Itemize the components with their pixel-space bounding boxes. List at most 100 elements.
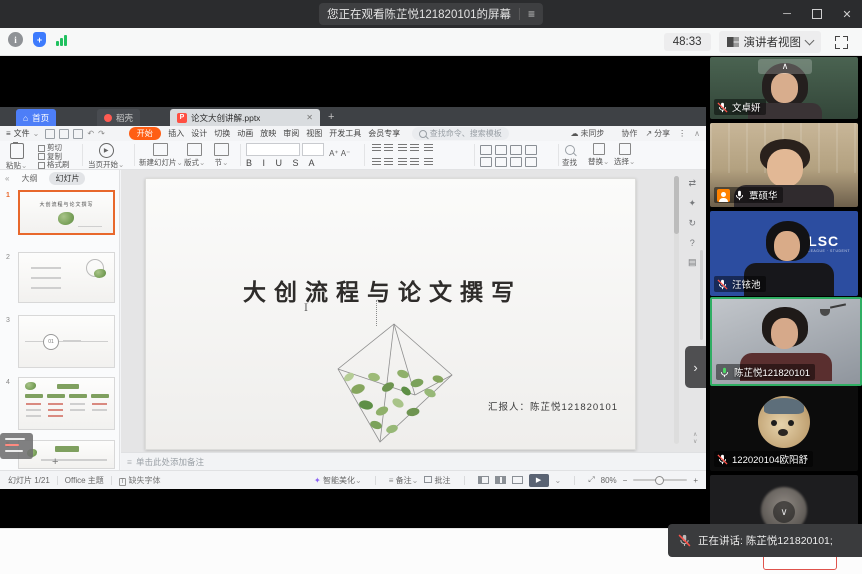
ribbon-tab-slideshow[interactable]: 放映	[257, 128, 280, 139]
presenter-caption[interactable]: 汇报人：陈芷悦121820101	[488, 399, 618, 413]
play-options-icon[interactable]: ⌄	[555, 476, 562, 485]
watching-banner[interactable]: 您正在观看陈芷悦121820101的屏幕 ≡	[319, 3, 543, 25]
next-slide-button[interactable]: ›	[685, 346, 706, 388]
rotate-tool-icon[interactable]: ↻	[688, 218, 696, 229]
normal-view-icon[interactable]	[478, 476, 489, 484]
font-name-box[interactable]	[246, 143, 300, 156]
collapse-strip-button[interactable]: ∧	[758, 59, 812, 74]
grow-font-icon[interactable]: A⁺	[329, 149, 339, 158]
ribbon-tab-review[interactable]: 审阅	[280, 128, 303, 139]
zoom-slider-knob[interactable]	[655, 476, 664, 485]
slide-thumbnail-3[interactable]: 01	[18, 315, 115, 368]
tab-slides[interactable]: 幻灯片	[49, 172, 85, 185]
list-buttons[interactable]	[370, 144, 434, 154]
missing-fonts-warning[interactable]: T缺失字体	[119, 475, 161, 486]
wps-tab-docer[interactable]: 稻壳	[97, 109, 140, 126]
sidebar-resize-handle[interactable]	[700, 250, 703, 340]
ribbon-tab-devtools[interactable]: 开发工具	[326, 128, 365, 139]
theme-indicator[interactable]: Office 主题	[65, 475, 104, 486]
new-slide-button[interactable]: 新建幻灯片⌄	[139, 143, 183, 168]
panel-tool-icon[interactable]: ▤	[688, 257, 697, 268]
notes-toggle-button[interactable]: ≡ 备注⌄	[389, 475, 419, 486]
shrink-font-icon[interactable]: A⁻	[341, 149, 351, 158]
share-button[interactable]: ↗分享	[645, 128, 670, 139]
new-tab-button[interactable]: +	[328, 111, 334, 123]
font-style-buttons[interactable]: B I U S A	[246, 158, 350, 168]
find-button[interactable]: 查找	[562, 143, 577, 168]
zoom-percent[interactable]: 80%	[601, 476, 617, 485]
redo-icon[interactable]: ↷	[98, 129, 105, 138]
align-buttons[interactable]	[370, 158, 434, 168]
ribbon-tab-member[interactable]: 会员专享	[365, 128, 404, 139]
replace-button[interactable]: 替换⌄	[588, 143, 609, 167]
wps-tab-home[interactable]: ⌂ 首页	[16, 109, 56, 126]
slide-thumbnail-1[interactable]: 大创流程与论文撰写	[18, 190, 115, 235]
scroll-up-icon[interactable]: ∧	[693, 432, 697, 439]
wps-tab-document[interactable]: P 论文大创讲解.pptx ✕	[170, 109, 320, 126]
zoom-in-button[interactable]: +	[693, 476, 698, 485]
close-tab-icon[interactable]: ✕	[306, 113, 313, 122]
participant-tile-active-speaker[interactable]: 陈芷悦121820101	[710, 297, 862, 386]
ribbon-tab-view[interactable]: 视图	[303, 128, 326, 139]
collaborate-button[interactable]: 协作	[612, 128, 637, 139]
view-mode-button[interactable]: 演讲者视图	[719, 31, 822, 53]
format-painter-button[interactable]: 格式刷	[38, 161, 70, 170]
save-icon[interactable]	[45, 129, 55, 139]
paste-button[interactable]: 粘贴⌄	[6, 143, 27, 171]
participant-tile[interactable]: 122020104欧阳舒	[710, 386, 858, 471]
print-icon[interactable]	[59, 129, 69, 139]
meeting-info-icon[interactable]: i	[8, 32, 23, 47]
participant-tile[interactable]: ∧ 文卓妍	[710, 57, 858, 119]
scroll-down-icon[interactable]: ∨	[693, 439, 697, 446]
sync-status-button[interactable]: ☁未同步	[570, 128, 604, 139]
banner-menu-icon[interactable]: ≡	[528, 8, 535, 20]
slide-layout-button[interactable]: 版式⌄	[184, 143, 205, 168]
current-slide[interactable]: 大创流程与论文撰写 I	[145, 178, 636, 450]
zoom-out-button[interactable]: −	[623, 476, 628, 485]
participant-tile-partial[interactable]: ∨	[710, 475, 858, 528]
leaf-diamond-graphic[interactable]	[318, 319, 470, 447]
shape-tool-icons[interactable]	[480, 145, 536, 167]
sorter-view-icon[interactable]	[495, 476, 506, 484]
close-button[interactable]: ✕	[832, 0, 862, 28]
scroll-arrows[interactable]: ∧ ∨	[693, 432, 697, 446]
collapse-panel-icon[interactable]: «	[5, 174, 9, 183]
comments-toggle-button[interactable]: 批注	[424, 475, 450, 486]
command-search-box[interactable]: 查找命令、搜索模板	[412, 127, 509, 140]
zoom-slider[interactable]	[633, 479, 687, 481]
collapse-ribbon-icon[interactable]: ∧	[694, 129, 700, 138]
beautify-tool-icon[interactable]: ✦	[688, 198, 696, 209]
swap-tool-icon[interactable]: ⇄	[688, 178, 696, 189]
security-shield-icon[interactable]: +	[33, 32, 46, 47]
more-icon[interactable]: ⋮	[678, 129, 686, 138]
participant-tile[interactable]: LSCLEAGUE · STUDENT 汪铱池	[710, 211, 858, 296]
reading-view-icon[interactable]	[512, 476, 523, 484]
play-from-current-button[interactable]: ▶ 当页开始⌄	[88, 143, 124, 170]
slide-scrollbar[interactable]	[674, 176, 679, 444]
notes-bar[interactable]: ≡ 单击此处添加备注	[121, 452, 706, 470]
participant-tile[interactable]: 覃硕华	[710, 123, 858, 207]
help-tool-icon[interactable]: ?	[690, 238, 695, 248]
ribbon-tab-transition[interactable]: 切换	[211, 128, 234, 139]
file-menu[interactable]: ≡ 文件 ⌄	[0, 128, 45, 139]
ribbon-tab-animation[interactable]: 动画	[234, 128, 257, 139]
select-button[interactable]: 选择⌄	[614, 143, 635, 167]
maximize-button[interactable]	[802, 0, 832, 28]
slide-thumbnail-2[interactable]	[18, 252, 115, 303]
output-icon[interactable]	[73, 129, 83, 139]
minimize-button[interactable]: ─	[772, 0, 802, 28]
fullscreen-button[interactable]	[835, 36, 848, 49]
undo-icon[interactable]: ↶	[87, 129, 94, 138]
ribbon-tab-design[interactable]: 设计	[188, 128, 211, 139]
ribbon-tab-start[interactable]: 开始	[129, 127, 161, 140]
font-size-box[interactable]	[302, 143, 324, 156]
fit-window-icon[interactable]: ⤢	[588, 475, 594, 485]
section-button[interactable]: 节⌄	[214, 143, 229, 168]
slide-title[interactable]: 大创流程与论文撰写	[146, 273, 635, 307]
network-signal-icon[interactable]	[56, 33, 67, 46]
tab-outline[interactable]: 大纲	[15, 172, 43, 185]
add-slide-button[interactable]: +	[52, 456, 58, 468]
ai-beautify-button[interactable]: ✦ 智能美化⌄	[314, 475, 362, 486]
ribbon-tab-insert[interactable]: 插入	[165, 128, 188, 139]
slideshow-play-button[interactable]: ▶	[529, 474, 549, 487]
